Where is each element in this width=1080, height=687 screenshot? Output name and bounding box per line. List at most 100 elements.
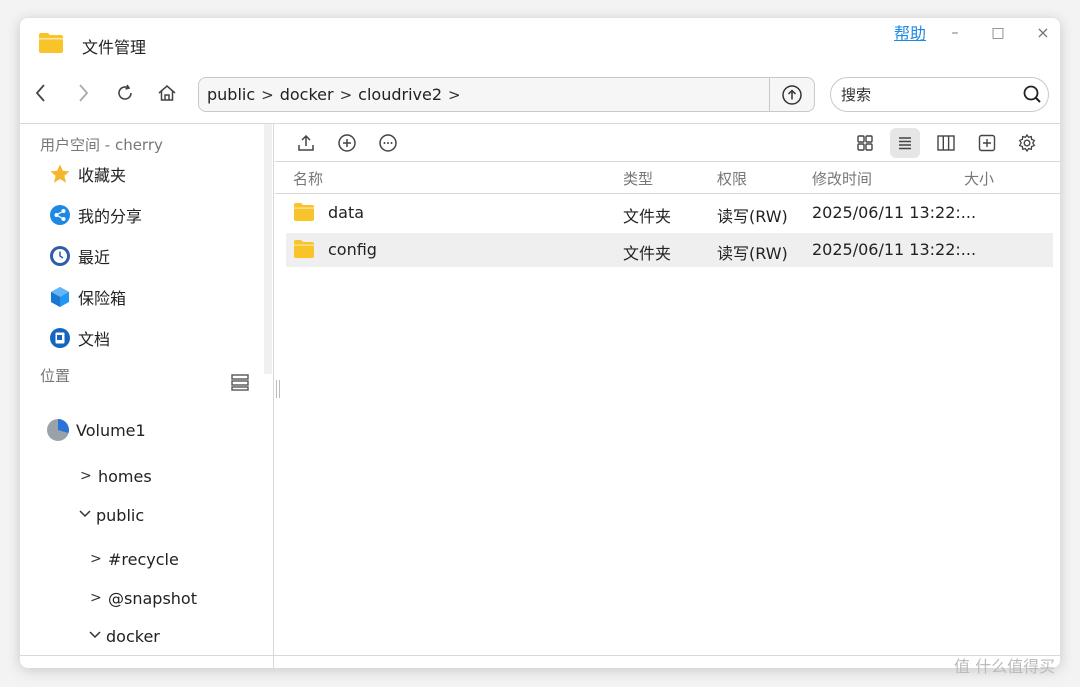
- more-button[interactable]: [375, 130, 401, 156]
- app-title: 文件管理: [82, 38, 147, 57]
- volume-pie-icon: [46, 418, 70, 442]
- sidebar-item-label: Volume1: [76, 420, 146, 440]
- row-type: 文件夹: [623, 207, 672, 226]
- chevron-right-icon[interactable]: >: [90, 590, 108, 606]
- storage-manage-icon[interactable]: [230, 372, 250, 392]
- tree-item-label: homes: [98, 466, 152, 486]
- row-name: config: [328, 240, 377, 259]
- tree-item-label: #recycle: [108, 549, 179, 569]
- chevron-right-icon[interactable]: >: [90, 551, 108, 567]
- column-header-size[interactable]: 大小: [964, 168, 994, 189]
- title-bar: 文件管理 帮助 – □ ×: [20, 18, 1060, 74]
- tree-item-snapshot[interactable]: > @snapshot: [90, 585, 197, 611]
- more-icon: [379, 134, 397, 152]
- chevron-left-icon: [35, 84, 45, 102]
- upload-icon: [298, 134, 314, 151]
- chevron-right-icon: [79, 84, 89, 102]
- table-row[interactable]: data 文件夹 读写(RW) 2025/06/11 13:22:...: [286, 196, 1053, 230]
- sidebar-item-label: 文档: [78, 330, 111, 349]
- chevron-right-icon[interactable]: >: [448, 86, 461, 104]
- breadcrumb-cloudrive2[interactable]: cloudrive2: [358, 85, 442, 104]
- tree-item-public[interactable]: public: [78, 502, 144, 528]
- breadcrumb-public[interactable]: public: [207, 85, 255, 104]
- list-view-button[interactable]: [890, 128, 920, 158]
- row-permission: 读写(RW): [717, 207, 788, 226]
- column-header-type[interactable]: 类型: [623, 168, 653, 189]
- help-link[interactable]: 帮助: [894, 20, 926, 44]
- go-up-icon[interactable]: [781, 84, 803, 106]
- back-button[interactable]: [26, 78, 56, 108]
- sidebar-item-volume1[interactable]: Volume1: [46, 416, 146, 444]
- row-name: data: [328, 203, 365, 222]
- row-modified: 2025/06/11 13:22:...: [812, 240, 977, 259]
- minimize-button[interactable]: –: [944, 22, 966, 44]
- home-button[interactable]: [152, 78, 182, 108]
- sidebar-item-vault[interactable]: 保险箱: [48, 283, 126, 311]
- gear-icon: [1018, 133, 1036, 153]
- search-icon[interactable]: [1021, 84, 1043, 106]
- folder-icon: [294, 240, 314, 258]
- row-permission: 读写(RW): [717, 244, 788, 263]
- sidebar-item-favorites[interactable]: 收藏夹: [48, 160, 126, 188]
- sidebar-item-documents[interactable]: 文档: [48, 324, 110, 352]
- upload-button[interactable]: [293, 130, 319, 156]
- chevron-right-icon[interactable]: >: [80, 468, 98, 484]
- column-view-button[interactable]: [931, 128, 961, 158]
- document-icon: [48, 326, 72, 350]
- maximize-button[interactable]: □: [987, 22, 1009, 44]
- forward-button[interactable]: [68, 78, 98, 108]
- sidebar-resize-handle[interactable]: [276, 380, 280, 398]
- breadcrumb-docker[interactable]: docker: [280, 85, 334, 104]
- chevron-right-icon: >: [261, 85, 274, 104]
- search-box[interactable]: [830, 77, 1049, 112]
- refresh-button[interactable]: [110, 78, 140, 108]
- new-tab-button[interactable]: [972, 128, 1002, 158]
- home-icon: [158, 85, 176, 101]
- plus-circle-icon: [338, 134, 356, 152]
- folder-app-icon: [39, 33, 63, 53]
- tree-item-label: docker: [106, 626, 160, 646]
- location-heading: 位置: [40, 367, 71, 385]
- grid-icon: [857, 135, 873, 151]
- column-header-permission[interactable]: 权限: [717, 168, 747, 189]
- sidebar-item-recent[interactable]: 最近: [48, 242, 110, 270]
- grid-view-button[interactable]: [850, 128, 880, 158]
- chevron-down-icon[interactable]: [78, 507, 96, 523]
- refresh-icon: [118, 84, 132, 100]
- search-input[interactable]: [841, 84, 1011, 106]
- settings-button[interactable]: [1012, 128, 1042, 158]
- main-toolbar-divider: [275, 161, 1060, 162]
- plus-square-icon: [978, 134, 996, 152]
- tree-item-docker[interactable]: docker: [88, 623, 160, 649]
- tree-item-label: public: [96, 505, 145, 525]
- star-icon: [48, 162, 72, 186]
- columns-icon: [937, 135, 955, 151]
- status-divider: [20, 655, 1060, 656]
- row-modified: 2025/06/11 13:22:...: [812, 203, 977, 222]
- chevron-right-icon: >: [339, 85, 353, 104]
- tree-item-homes[interactable]: > homes: [80, 463, 152, 489]
- chevron-down-icon[interactable]: [88, 628, 106, 644]
- header-divider: [275, 193, 1060, 194]
- list-icon: [899, 137, 911, 150]
- sidebar-item-label: 我的分享: [78, 207, 143, 226]
- tree-item-label: @snapshot: [108, 588, 197, 608]
- file-manager-window: 文件管理 帮助 – □ × public > docker > cloudriv…: [20, 18, 1060, 668]
- close-button[interactable]: ×: [1032, 22, 1054, 44]
- folder-icon: [294, 203, 314, 221]
- address-divider: [769, 78, 770, 111]
- user-space-heading: 用户空间 - cherry: [40, 136, 163, 154]
- sidebar-item-my-shares[interactable]: 我的分享: [48, 201, 142, 229]
- sidebar-item-label: 保险箱: [78, 289, 127, 308]
- address-bar[interactable]: public > docker > cloudrive2 >: [198, 77, 815, 112]
- breadcrumb: public > docker > cloudrive2 >: [207, 85, 467, 104]
- watermark: 值 什么值得买: [954, 657, 1056, 676]
- sidebar-scrollbar[interactable]: [264, 124, 272, 374]
- tree-item-recycle[interactable]: > #recycle: [90, 546, 179, 572]
- table-row[interactable]: config 文件夹 读写(RW) 2025/06/11 13:22:...: [286, 233, 1053, 267]
- column-header-name[interactable]: 名称: [293, 168, 323, 189]
- column-header-modified[interactable]: 修改时间: [812, 168, 872, 189]
- row-type: 文件夹: [623, 244, 672, 263]
- sidebar-item-label: 收藏夹: [78, 166, 127, 185]
- create-button[interactable]: [334, 130, 360, 156]
